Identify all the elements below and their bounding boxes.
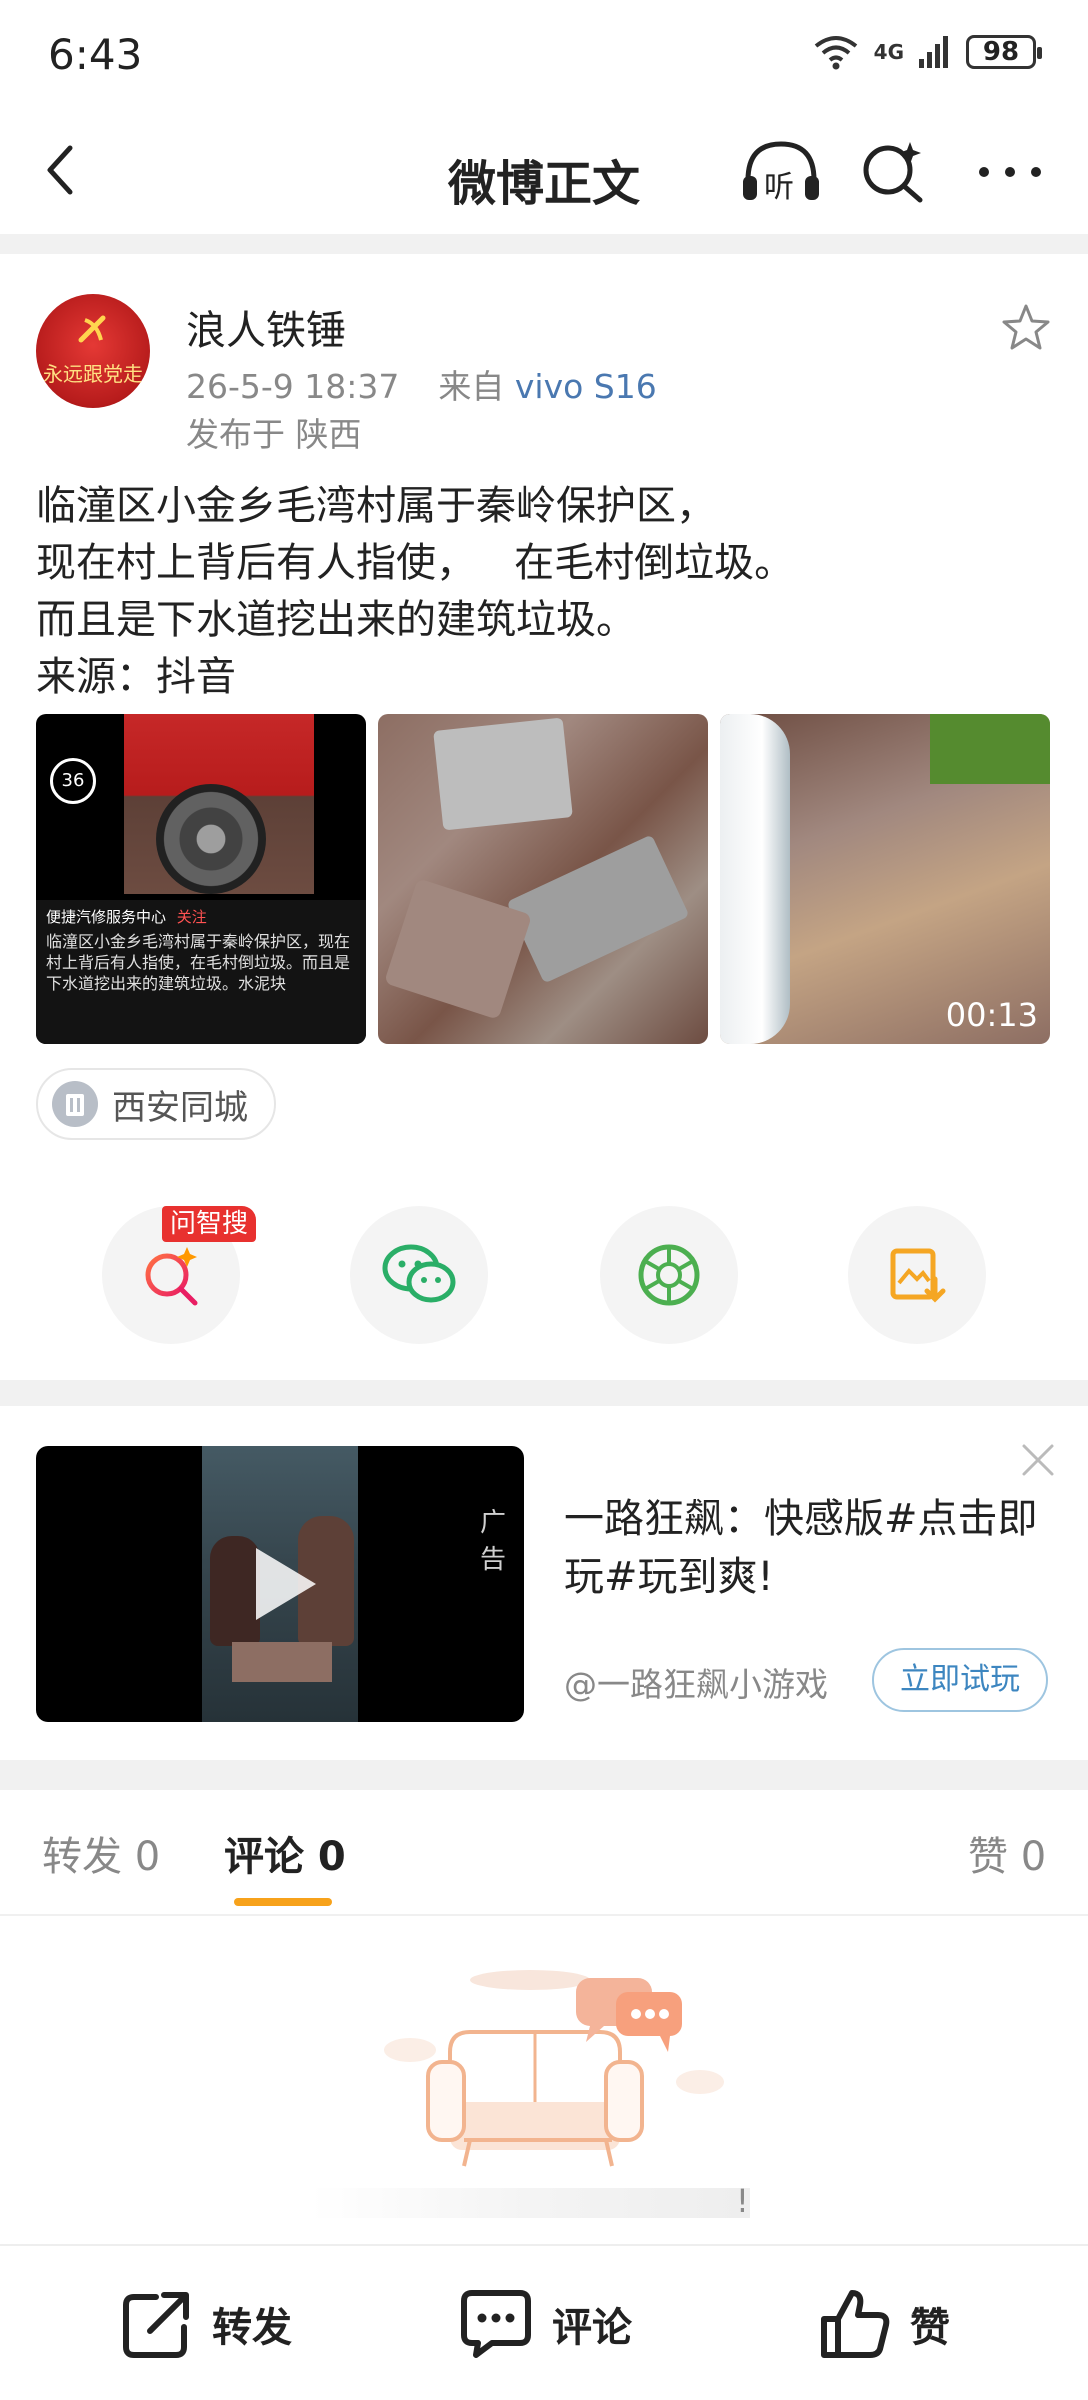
post-body: 临潼区小金乡毛湾村属于秦岭保护区， 现在村上背后有人指使， 在毛村倒垃圾。 而且… — [36, 478, 1056, 706]
screenshot-caption: 临潼区小金乡毛湾村属于秦岭保护区，现在村上背后有人指使，在毛村倒垃圾。而且是下水… — [46, 932, 351, 993]
interaction-tabs: 转发 0 评论 0 赞 0 — [0, 1790, 1088, 1916]
location-chip[interactable]: 西安同城 — [36, 1068, 276, 1140]
divider-band — [0, 234, 1088, 254]
post-text-line: 而且是下水道挖出来的建筑垃圾。 — [36, 597, 636, 643]
post-header: 永远跟党走 浪人铁锤 26-5-9 18:37 来自 vivo S16 发布于 … — [0, 260, 1088, 460]
repost-label: 转发 — [212, 2305, 292, 2351]
post-text-line: 现在村上背后有人指使， 在毛村倒垃圾。 — [36, 540, 795, 586]
grass-patch — [930, 714, 1050, 784]
status-icons: 4G 98 — [812, 32, 1042, 72]
battery-level: 98 — [982, 37, 1020, 67]
moments-icon — [638, 1244, 700, 1306]
concrete-slab — [433, 717, 573, 831]
post-text-line: 来源：抖音 — [36, 654, 236, 700]
post-meta: 26-5-9 18:37 来自 vivo S16 — [186, 360, 657, 408]
ad-video[interactable]: 广告 — [36, 1446, 524, 1722]
wheel-shape — [156, 784, 266, 894]
empty-state-text-faded — [310, 2188, 750, 2218]
concrete-slab — [506, 834, 690, 984]
bottom-action-bar: 转发 评论 赞 — [0, 2244, 1088, 2400]
ad-table — [232, 1642, 332, 1682]
status-time: 6:43 — [48, 30, 143, 79]
avatar-text: 永远跟党走 — [43, 362, 143, 386]
channel-line: 便捷汽修服务中心 关注 — [46, 906, 356, 927]
more-icon[interactable] — [970, 136, 1050, 206]
moments-share-button[interactable] — [600, 1206, 738, 1344]
wifi-icon — [814, 36, 857, 70]
save-image-button[interactable] — [848, 1206, 986, 1344]
tab-repost[interactable]: 转发 0 — [42, 1824, 160, 1882]
tab-likes[interactable]: 赞 0 — [968, 1824, 1046, 1882]
video-duration: 00:13 — [945, 996, 1038, 1034]
favorite-star-icon[interactable] — [1000, 302, 1052, 354]
like-button[interactable]: 赞 — [818, 2284, 950, 2364]
wechat-share-button[interactable] — [350, 1206, 488, 1344]
empty-sofa-illustration — [384, 1970, 724, 2167]
active-tab-indicator — [234, 1898, 332, 1906]
post-location: 发布于 陕西 — [186, 415, 362, 454]
live-badge: 36 — [50, 758, 96, 804]
ai-search-tag: 问智搜 — [162, 1206, 257, 1242]
listen-label: 听 — [764, 170, 794, 205]
repost-button[interactable]: 转发 — [120, 2284, 292, 2364]
author-name[interactable]: 浪人铁锤 — [186, 298, 346, 356]
post-image-2[interactable] — [378, 714, 708, 1044]
close-icon[interactable] — [1020, 1442, 1056, 1478]
network-type: 4G — [873, 40, 904, 64]
post-time: 26-5-9 18:37 — [186, 367, 400, 406]
battery-icon: 98 — [966, 35, 1042, 69]
tab-comments[interactable]: 评论 0 — [224, 1824, 346, 1882]
wechat-icon — [382, 1244, 456, 1303]
ai-search-icon[interactable] — [858, 136, 928, 206]
ai-search-icon — [145, 1247, 198, 1306]
ad-source[interactable]: @一路狂飙小游戏 — [564, 1658, 828, 1706]
ad-title[interactable]: 一路狂飙：快感版#点击即玩#玩到爽! — [564, 1490, 1044, 1606]
building-icon — [52, 1081, 98, 1127]
divider-band — [0, 1380, 1088, 1406]
post-image-1[interactable]: 36 便捷汽修服务中心 关注 临潼区小金乡毛湾村属于秦岭保护区，现在村上背后有人… — [36, 714, 366, 1044]
source-device[interactable]: vivo S16 — [515, 367, 657, 406]
post-text-line: 临潼区小金乡毛湾村属于秦岭保护区， — [36, 483, 716, 529]
empty-comments: ! — [0, 1916, 1088, 2246]
post-images: 36 便捷汽修服务中心 关注 临潼区小金乡毛湾村属于秦岭保护区，现在村上背后有人… — [36, 714, 1052, 1044]
avatar[interactable]: 永远跟党走 — [36, 294, 150, 408]
car-side — [720, 714, 790, 1044]
ad-badge: 广告 — [480, 1508, 507, 1575]
channel-name: 便捷汽修服务中心 — [46, 908, 167, 926]
empty-state-text: ! — [736, 2182, 749, 2220]
like-label: 赞 — [910, 2305, 950, 2351]
nav-bar: 微博正文 听 — [0, 110, 1088, 230]
repost-icon — [123, 2292, 189, 2358]
comment-icon — [461, 2290, 531, 2358]
comment-label: 评论 — [552, 2305, 632, 2351]
play-icon — [256, 1548, 316, 1620]
post-video[interactable]: 00:13 — [720, 714, 1050, 1044]
source-prefix: 来自 — [438, 367, 505, 406]
screenshot-caption-panel: 便捷汽修服务中心 关注 临潼区小金乡毛湾村属于秦岭保护区，现在村上背后有人指使，… — [36, 900, 366, 1044]
try-now-button[interactable]: 立即试玩 — [872, 1648, 1048, 1712]
divider-band — [0, 1760, 1088, 1790]
listen-button[interactable]: 听 — [738, 136, 824, 206]
comment-button[interactable]: 评论 — [458, 2284, 632, 2364]
location-chip-label: 西安同城 — [112, 1087, 248, 1128]
signal-icon — [919, 36, 948, 68]
thumbs-up-icon — [821, 2290, 890, 2358]
status-bar: 6:43 4G 98 — [0, 0, 1088, 110]
ad-card[interactable]: 广告 一路狂飙：快感版#点击即玩#玩到爽! @一路狂飙小游戏 立即试玩 — [0, 1406, 1088, 1760]
follow-label: 关注 — [176, 908, 207, 926]
emblem-icon — [78, 315, 106, 343]
save-image-icon — [890, 1248, 946, 1303]
